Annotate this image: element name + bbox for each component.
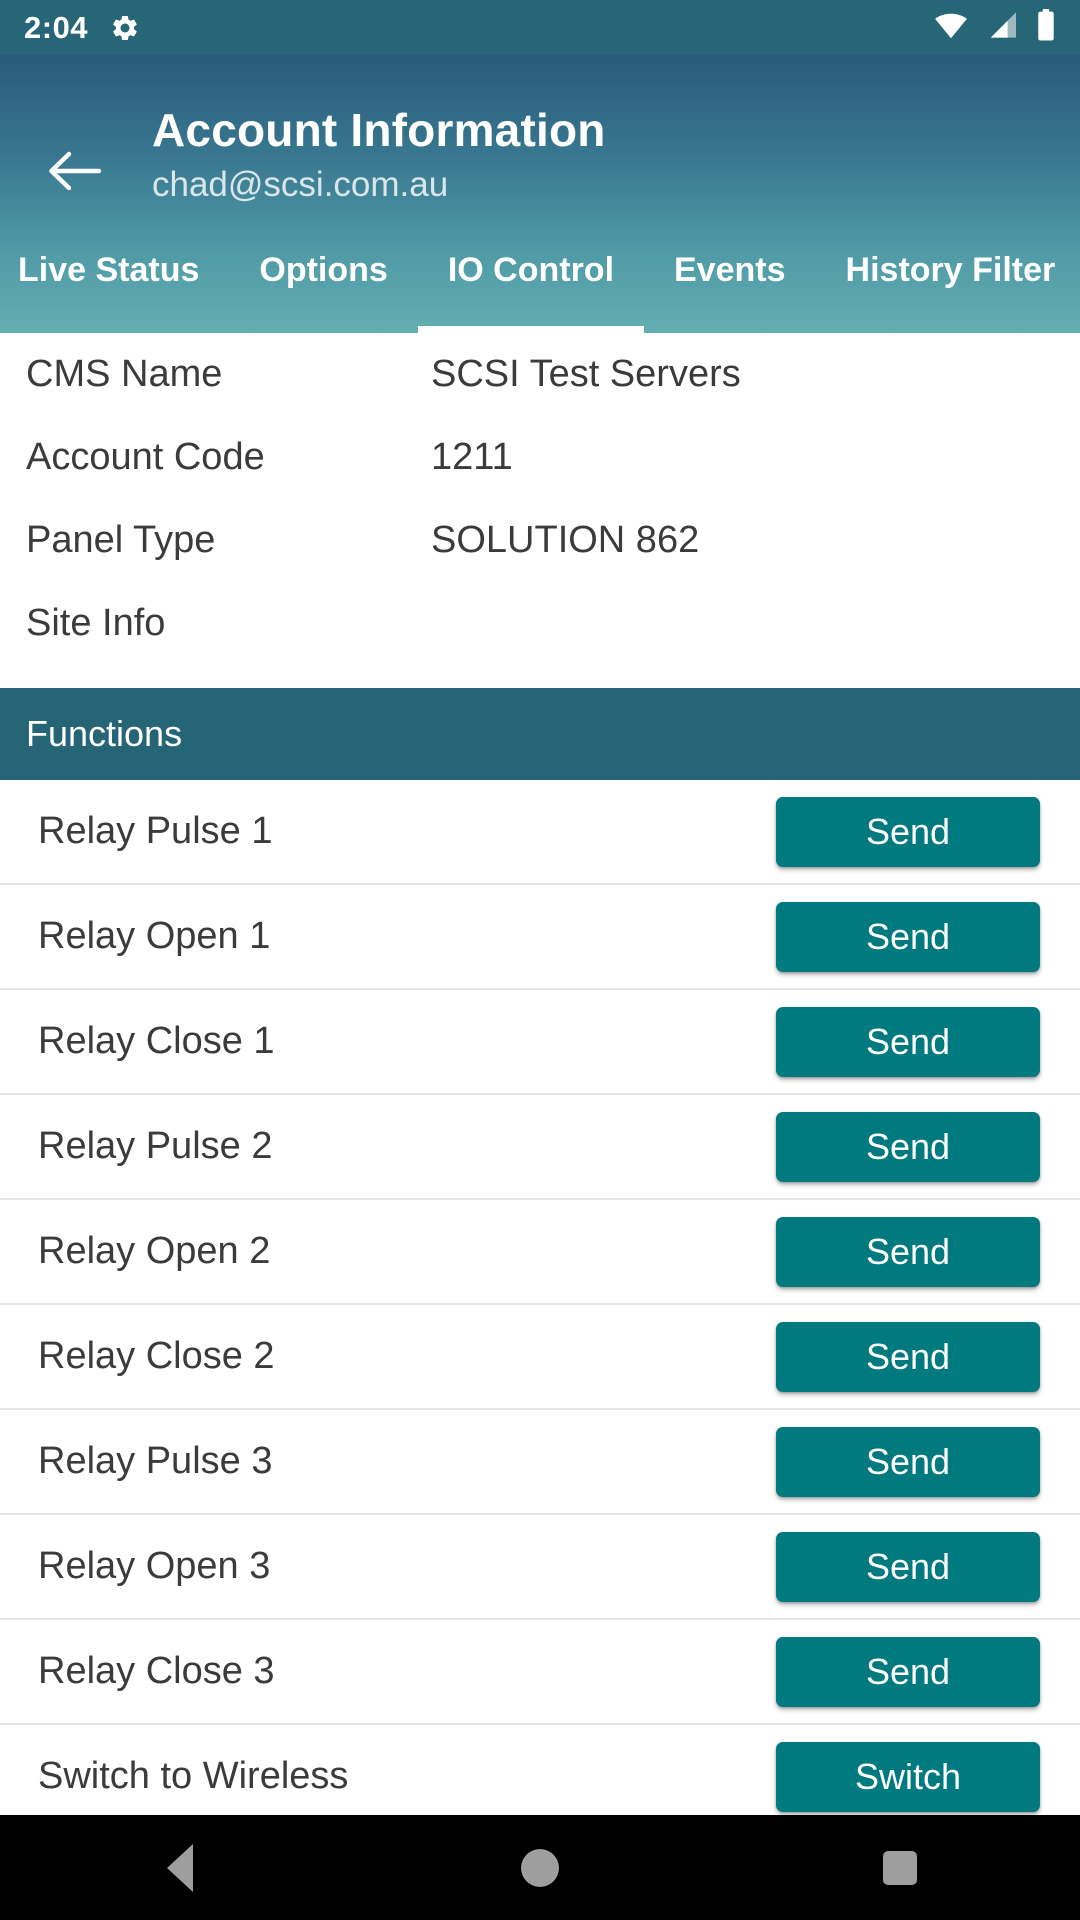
switch-button[interactable]: Switch <box>776 1741 1040 1812</box>
tab-history-filter[interactable]: History Filter <box>816 245 1080 333</box>
nav-back-icon[interactable] <box>100 1815 260 1920</box>
battery-icon <box>1036 9 1056 46</box>
page-subtitle: chad@scsi.com.au <box>152 165 449 205</box>
status-icons <box>934 9 1056 46</box>
tab-underline <box>417 326 645 333</box>
header-top: Account Information chad@scsi.com.au <box>0 55 1080 255</box>
gear-icon <box>110 13 140 43</box>
function-label: Switch to Wireless <box>38 1755 349 1797</box>
tab-underline <box>816 326 1080 333</box>
function-row: Relay Close 3 Send <box>0 1620 1080 1725</box>
function-label: Relay Open 2 <box>38 1230 271 1272</box>
header-title-block: Account Information chad@scsi.com.au <box>152 103 606 207</box>
function-row: Relay Close 2 Send <box>0 1305 1080 1410</box>
info-value: SOLUTION 862 <box>431 519 700 561</box>
status-bar: 2:04 <box>0 0 1080 55</box>
functions-list: Relay Pulse 1 Send Relay Open 1 Send Rel… <box>0 780 1080 1815</box>
info-value: SCSI Test Servers <box>431 353 741 395</box>
function-row: Relay Open 3 Send <box>0 1515 1080 1620</box>
info-value: 1211 <box>431 436 513 478</box>
tab-label: Events <box>674 251 786 289</box>
function-row: Relay Pulse 1 Send <box>0 780 1080 885</box>
tab-underline <box>229 326 417 333</box>
info-row-panel-type: Panel Type SOLUTION 862 <box>0 499 1080 582</box>
nav-recents-icon[interactable] <box>820 1815 980 1920</box>
function-label: Relay Close 1 <box>38 1020 275 1062</box>
tab-live-status[interactable]: Live Status <box>0 245 229 333</box>
function-row: Relay Close 1 Send <box>0 990 1080 1095</box>
function-label: Relay Pulse 2 <box>38 1125 273 1167</box>
tab-label: History Filter <box>845 251 1056 289</box>
send-button[interactable]: Send <box>776 1321 1040 1392</box>
send-button[interactable]: Send <box>776 796 1040 867</box>
tab-options[interactable]: Options <box>229 245 417 333</box>
tab-underline <box>644 326 816 333</box>
send-button[interactable]: Send <box>776 1006 1040 1077</box>
send-button[interactable]: Send <box>776 1216 1040 1287</box>
send-button[interactable]: Send <box>776 1636 1040 1707</box>
function-label: Relay Pulse 1 <box>38 810 273 852</box>
function-row: Relay Open 2 Send <box>0 1200 1080 1305</box>
tab-label: IO Control <box>447 251 615 289</box>
send-button[interactable]: Send <box>776 1531 1040 1602</box>
account-info-list: CMS Name SCSI Test Servers Account Code … <box>0 333 1080 688</box>
functions-section-header: Functions <box>0 688 1080 780</box>
function-label: Relay Close 3 <box>38 1650 275 1692</box>
info-row-site-info: Site Info <box>0 582 1080 665</box>
info-label: CMS Name <box>26 353 223 395</box>
status-clock: 2:04 <box>24 9 89 45</box>
send-button[interactable]: Send <box>776 1426 1040 1497</box>
android-nav-bar <box>0 1815 1080 1920</box>
back-arrow-icon[interactable] <box>42 143 108 199</box>
info-label: Site Info <box>26 602 166 644</box>
info-row-account-code: Account Code 1211 <box>0 416 1080 499</box>
nav-home-icon[interactable] <box>460 1815 620 1920</box>
send-button[interactable]: Send <box>776 901 1040 972</box>
app-header: Account Information chad@scsi.com.au Liv… <box>0 55 1080 333</box>
tab-label: Options <box>259 251 388 289</box>
section-header-label: Functions <box>26 713 183 754</box>
page-title: Account Information <box>152 104 606 156</box>
tab-label: Live Status <box>18 251 200 289</box>
function-row: Relay Open 1 Send <box>0 885 1080 990</box>
function-row: Relay Pulse 3 Send <box>0 1410 1080 1515</box>
function-label: Relay Open 3 <box>38 1545 271 1587</box>
tab-underline <box>0 326 229 333</box>
info-label: Account Code <box>26 436 265 478</box>
function-row: Relay Pulse 2 Send <box>0 1095 1080 1200</box>
tab-bar: Live Status Options IO Control Events Hi… <box>0 245 1080 333</box>
tab-io-control[interactable]: IO Control <box>417 245 645 333</box>
wifi-icon <box>934 11 968 44</box>
info-row-cms-name: CMS Name SCSI Test Servers <box>0 333 1080 416</box>
function-row: Switch to Wireless Switch <box>0 1725 1080 1815</box>
tab-events[interactable]: Events <box>644 245 816 333</box>
info-label: Panel Type <box>26 519 216 561</box>
send-button[interactable]: Send <box>776 1111 1040 1182</box>
app-screen: 2:04 Account Information chad@scsi.com.a… <box>0 0 1080 1920</box>
function-label: Relay Close 2 <box>38 1335 275 1377</box>
cellular-signal-icon <box>986 11 1018 44</box>
function-label: Relay Open 1 <box>38 915 271 957</box>
function-label: Relay Pulse 3 <box>38 1440 273 1482</box>
